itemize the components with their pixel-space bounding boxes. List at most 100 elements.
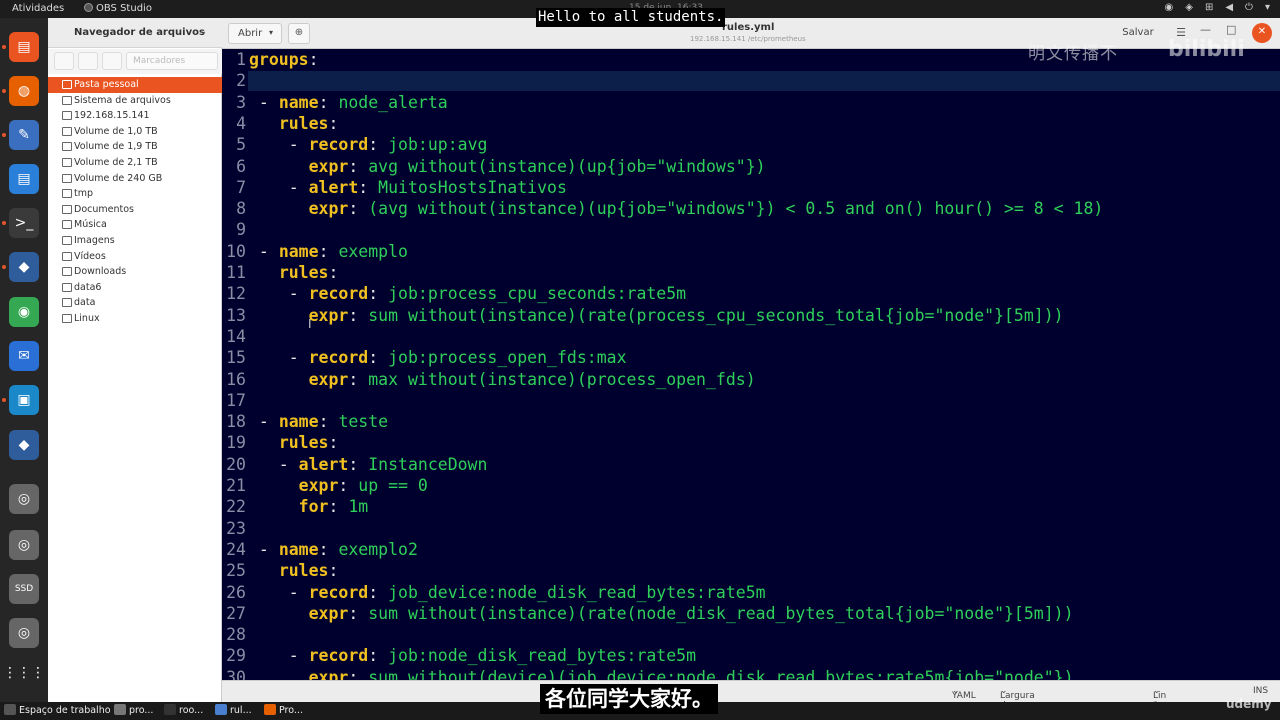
place-item[interactable]: Volume de 2,1 TB [48, 155, 222, 171]
yaml-key: expr [308, 305, 349, 325]
code-line[interactable]: - name: exemplo [249, 241, 408, 262]
place-item[interactable]: Imagens [48, 233, 222, 249]
place-item[interactable]: Vídeos [48, 249, 222, 265]
new-document-button[interactable]: ⊕ [288, 23, 310, 44]
udemy-watermark: udemy [1226, 697, 1272, 711]
minimize-icon[interactable]: — [1200, 23, 1211, 36]
disk-icon[interactable]: ◎ [9, 618, 39, 648]
code-line[interactable]: rules: [249, 560, 339, 581]
code-line[interactable]: expr: sum without(instance)(rate(node_di… [249, 603, 1074, 624]
code-line[interactable]: - alert: MuitosHostsInativos [249, 177, 567, 198]
firefox-icon[interactable]: ◍ [9, 76, 39, 106]
virtualbox-icon[interactable]: ◆ [9, 252, 39, 282]
code-line[interactable]: - record: job:up:avg [249, 134, 488, 155]
back-button[interactable] [54, 52, 74, 70]
code-line[interactable]: expr: max without(instance)(process_open… [249, 369, 756, 390]
drive-icon [62, 95, 72, 105]
code-line[interactable]: - name: node_alerta [249, 92, 448, 113]
code-editor[interactable]: 1 groups: 2 3 - name: node_alerta 4 rules: 5 … [222, 49, 1280, 681]
code-line[interactable]: - name: exemplo2 [249, 539, 418, 560]
code-line[interactable]: groups: [249, 49, 319, 70]
place-item[interactable]: Sistema de arquivos [48, 93, 222, 109]
app-name: OBS Studio [96, 3, 152, 14]
place-item[interactable]: Documentos [48, 202, 222, 218]
code-line[interactable]: expr: sum without(device)(job_device:nod… [249, 667, 1074, 681]
virtualbox-icon[interactable]: ◆ [9, 430, 39, 460]
network-icon[interactable]: ⊞ [1205, 2, 1213, 13]
files-icon[interactable]: ▤ [9, 32, 39, 62]
vpn-icon[interactable]: ◈ [1185, 2, 1193, 13]
place-item[interactable]: Volume de 1,0 TB [48, 124, 222, 140]
yaml-key: name [278, 539, 319, 559]
code-line[interactable]: rules: [249, 262, 339, 283]
code-line[interactable]: expr: (avg without(instance)(up{job="win… [249, 198, 1104, 219]
chevron-down-icon[interactable]: ⌄ [199, 26, 207, 37]
app-grid-icon[interactable]: ⋮⋮⋮ [3, 658, 45, 688]
system-tray[interactable]: ◉ ◈ ⊞ ◀ ⏻ ▾ [1165, 2, 1270, 13]
remote-desktop-icon[interactable]: ▣ [9, 385, 39, 415]
code-line[interactable]: - record: job:process_cpu_seconds:rate5m [249, 283, 686, 304]
libreoffice-writer-icon[interactable]: ▤ [9, 164, 39, 194]
yaml-punct: : [348, 603, 369, 623]
disk-icon[interactable]: ◎ [9, 484, 39, 514]
insert-mode: INS [1253, 686, 1269, 696]
terminal-icon[interactable]: >_ [9, 208, 39, 238]
close-icon[interactable]: ✕ [1252, 23, 1272, 43]
up-button[interactable] [102, 52, 122, 70]
disk-icon[interactable]: ◎ [9, 530, 39, 560]
open-button[interactable]: Abrir ▾ [228, 23, 282, 44]
place-item[interactable]: 192.168.15.141 [48, 108, 222, 124]
forward-button[interactable] [78, 52, 98, 70]
yaml-value: exemplo [338, 241, 408, 261]
current-line-highlight [248, 71, 1280, 91]
code-line[interactable]: - record: job:node_disk_read_bytes:rate5… [249, 645, 696, 666]
activities-button[interactable]: Atividades [12, 3, 64, 14]
yaml-punct [249, 114, 279, 133]
chrome-icon[interactable]: ◉ [9, 297, 39, 327]
place-item[interactable]: data [48, 295, 222, 311]
yaml-punct [249, 199, 309, 218]
obs-tray-icon[interactable]: ◉ [1165, 2, 1174, 13]
maximize-icon[interactable]: □ [1226, 23, 1236, 36]
cursor-position[interactable]: Lin 2, Col 1 ⌄ [1153, 686, 1167, 720]
taskbar-item[interactable]: roo... [164, 704, 203, 718]
thunderbird-icon[interactable]: ✉ [9, 341, 39, 371]
place-item[interactable]: tmp [48, 186, 222, 202]
yaml-key: record [308, 582, 369, 602]
code-line[interactable]: - alert: InstanceDown [249, 454, 488, 475]
code-line[interactable]: expr: avg without(instance)(up{job="wind… [249, 156, 766, 177]
place-item[interactable]: Música [48, 217, 222, 233]
place-item[interactable]: Pasta pessoal [48, 77, 222, 93]
place-item[interactable]: Linux [48, 311, 222, 327]
app-menu[interactable]: OBS Studio [84, 3, 152, 14]
place-item[interactable]: Downloads [48, 264, 222, 280]
code-line[interactable]: rules: [249, 113, 339, 134]
code-line[interactable]: - record: job_device:node_disk_read_byte… [249, 582, 766, 603]
code-line[interactable]: for: 1m [249, 496, 369, 517]
code-line[interactable]: expr: up == 0 [249, 475, 428, 496]
save-button[interactable]: Salvar [1114, 23, 1162, 44]
taskbar-item[interactable]: Pro... [264, 704, 303, 718]
taskbar-item[interactable]: rul... [215, 704, 252, 718]
taskbar-item[interactable]: pro... [114, 704, 153, 718]
volume-icon[interactable]: ◀ [1225, 2, 1233, 13]
bookmarks-filter[interactable]: Marcadores [126, 52, 218, 70]
place-item[interactable]: Volume de 240 GB [48, 171, 222, 187]
code-line[interactable]: - record: job:process_open_fds:max [249, 347, 627, 368]
code-line[interactable]: - name: teste [249, 411, 388, 432]
code-line[interactable]: rules: [249, 432, 339, 453]
language-selector[interactable]: YAML ⌄ [952, 686, 976, 701]
place-item[interactable]: Volume de 1,9 TB [48, 139, 222, 155]
text-editor-icon[interactable]: ✎ [9, 120, 39, 150]
workspace-switcher[interactable]: Espaço de trabalho 1 [4, 704, 120, 718]
tab-width-selector[interactable]: Largura da tabulação: 4 ⌄ [1000, 686, 1047, 720]
code-line[interactable]: expr: sum without(instance)(rate(process… [249, 305, 1064, 326]
power-icon[interactable]: ⏻ [1245, 2, 1253, 13]
ssd-icon[interactable]: SSD [9, 574, 39, 604]
yaml-punct: : [328, 433, 339, 453]
place-item[interactable]: data6 [48, 280, 222, 296]
chevron-down-icon[interactable]: ▾ [1265, 2, 1270, 13]
file-browser-title[interactable]: Navegador de arquivos [74, 27, 205, 38]
yaml-punct: : [318, 412, 339, 432]
folder-icon [62, 189, 72, 199]
